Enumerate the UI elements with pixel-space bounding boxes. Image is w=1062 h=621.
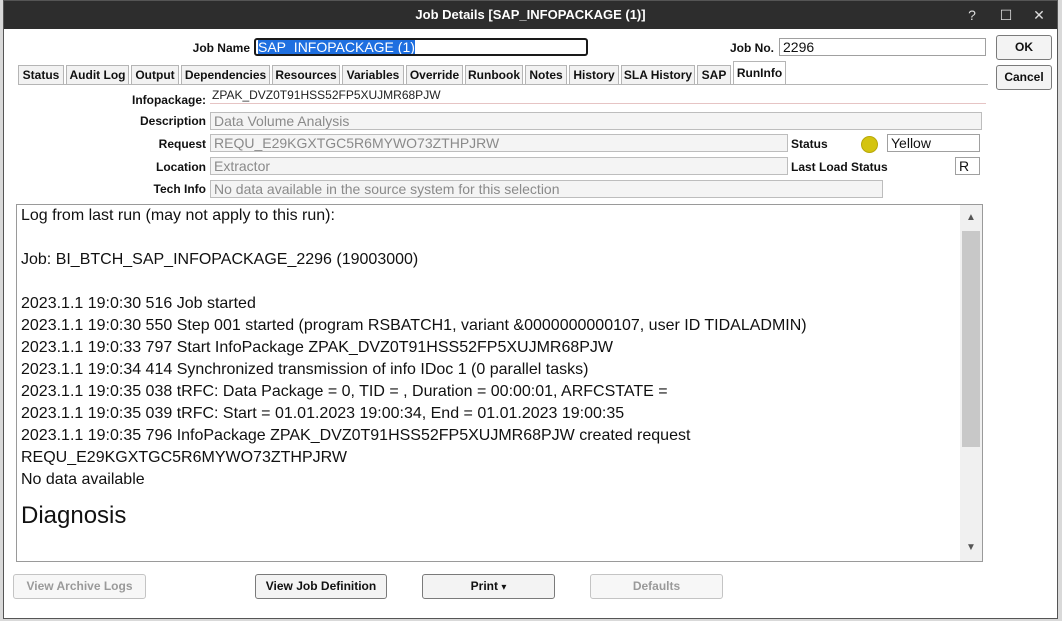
tab-override[interactable]: Override	[406, 65, 463, 84]
run-log-text: Log from last run (may not apply to this…	[21, 205, 956, 531]
scroll-down-icon[interactable]: ▼	[960, 537, 982, 559]
infopackage-underline	[210, 103, 986, 104]
job-name-value: SAP_INFOPACKAGE (1)	[258, 39, 415, 55]
log-line: No data available	[21, 471, 145, 488]
diagnosis-heading: Diagnosis	[21, 502, 127, 529]
print-button[interactable]: Print ▾	[422, 574, 555, 599]
tab-status[interactable]: Status	[18, 65, 64, 84]
log-scrollbar[interactable]: ▲ ▼	[960, 205, 982, 561]
tab-dependencies[interactable]: Dependencies	[181, 65, 270, 84]
log-line: 2023.1.1 19:0:34 414 Synchronized transm…	[21, 361, 589, 378]
tab-notes[interactable]: Notes	[525, 65, 567, 84]
log-line: Log from last run (may not apply to this…	[21, 207, 335, 224]
last-load-status-field[interactable]: R	[955, 157, 980, 175]
cancel-button[interactable]: Cancel	[996, 65, 1052, 90]
log-line: 2023.1.1 19:0:30 550 Step 001 started (p…	[21, 317, 807, 334]
log-line: 2023.1.1 19:0:35 039 tRFC: Start = 01.01…	[21, 405, 625, 422]
scroll-thumb[interactable]	[962, 231, 980, 447]
log-line: 2023.1.1 19:0:35 038 tRFC: Data Package …	[21, 383, 668, 400]
job-name-input[interactable]: SAP_INFOPACKAGE (1)	[254, 38, 588, 56]
description-field[interactable]: Data Volume Analysis	[210, 112, 982, 130]
tab-resources[interactable]: Resources	[272, 65, 340, 84]
tech-info-label: Tech Info	[153, 182, 206, 196]
tab-runbook[interactable]: Runbook	[465, 65, 523, 84]
log-line: REQU_E29KGXTGC5R6MYWO73ZTHPJRW	[21, 449, 347, 466]
job-no-label: Job No.	[730, 41, 774, 55]
infopackage-label: Infopackage:	[131, 93, 206, 107]
tab-variables[interactable]: Variables	[342, 65, 404, 84]
status-field[interactable]: Yellow	[887, 134, 980, 152]
defaults-button[interactable]: Defaults	[590, 574, 723, 599]
view-archive-logs-button[interactable]: View Archive Logs	[13, 574, 146, 599]
log-line: 2023.1.1 19:0:35 796 InfoPackage ZPAK_DV…	[21, 427, 691, 444]
tab-sap[interactable]: SAP	[697, 65, 731, 84]
location-field[interactable]: Extractor	[210, 157, 788, 175]
view-job-definition-button[interactable]: View Job Definition	[255, 574, 387, 599]
tab-divider	[18, 84, 988, 85]
tech-info-field[interactable]: No data available in the source system f…	[210, 180, 883, 198]
description-label: Description	[139, 114, 206, 128]
log-line: Job: BI_BTCH_SAP_INFOPACKAGE_2296 (19003…	[21, 251, 419, 268]
tab-sla-history[interactable]: SLA History	[621, 65, 695, 84]
request-field[interactable]: REQU_E29KGXTGC5R6MYWO73ZTHPJRW	[210, 134, 788, 152]
status-label: Status	[791, 137, 828, 151]
tab-output[interactable]: Output	[131, 65, 179, 84]
scroll-up-icon[interactable]: ▲	[960, 207, 982, 229]
window-title: Job Details [SAP_INFOPACKAGE (1)]	[415, 7, 646, 22]
log-line: 2023.1.1 19:0:33 797 Start InfoPackage Z…	[21, 339, 614, 356]
location-label: Location	[156, 160, 206, 174]
title-bar: Job Details [SAP_INFOPACKAGE (1)] ? ☐ ✕	[4, 1, 1057, 29]
chevron-down-icon: ▾	[501, 582, 507, 593]
tab-audit-log[interactable]: Audit Log	[66, 65, 129, 84]
job-no-field[interactable]: 2296	[779, 38, 986, 56]
infopackage-value: ZPAK_DVZ0T91HSS52FP5XUJMR68PJW	[212, 88, 441, 102]
ok-button[interactable]: OK	[996, 35, 1052, 60]
request-label: Request	[158, 137, 206, 151]
job-details-window: Job Details [SAP_INFOPACKAGE (1)] ? ☐ ✕ …	[3, 0, 1058, 619]
maximize-icon[interactable]: ☐	[996, 5, 1016, 25]
help-icon[interactable]: ?	[962, 5, 982, 25]
tab-history[interactable]: History	[569, 65, 619, 84]
close-icon[interactable]: ✕	[1029, 5, 1049, 25]
last-load-status-label: Last Load Status	[791, 160, 888, 174]
tab-runinfo[interactable]: RunInfo	[733, 61, 786, 85]
job-name-label: Job Name	[192, 41, 250, 55]
log-line: 2023.1.1 19:0:30 516 Job started	[21, 295, 256, 312]
print-label: Print	[470, 579, 498, 593]
status-indicator	[861, 136, 878, 153]
run-log-panel[interactable]: Log from last run (may not apply to this…	[16, 204, 983, 562]
